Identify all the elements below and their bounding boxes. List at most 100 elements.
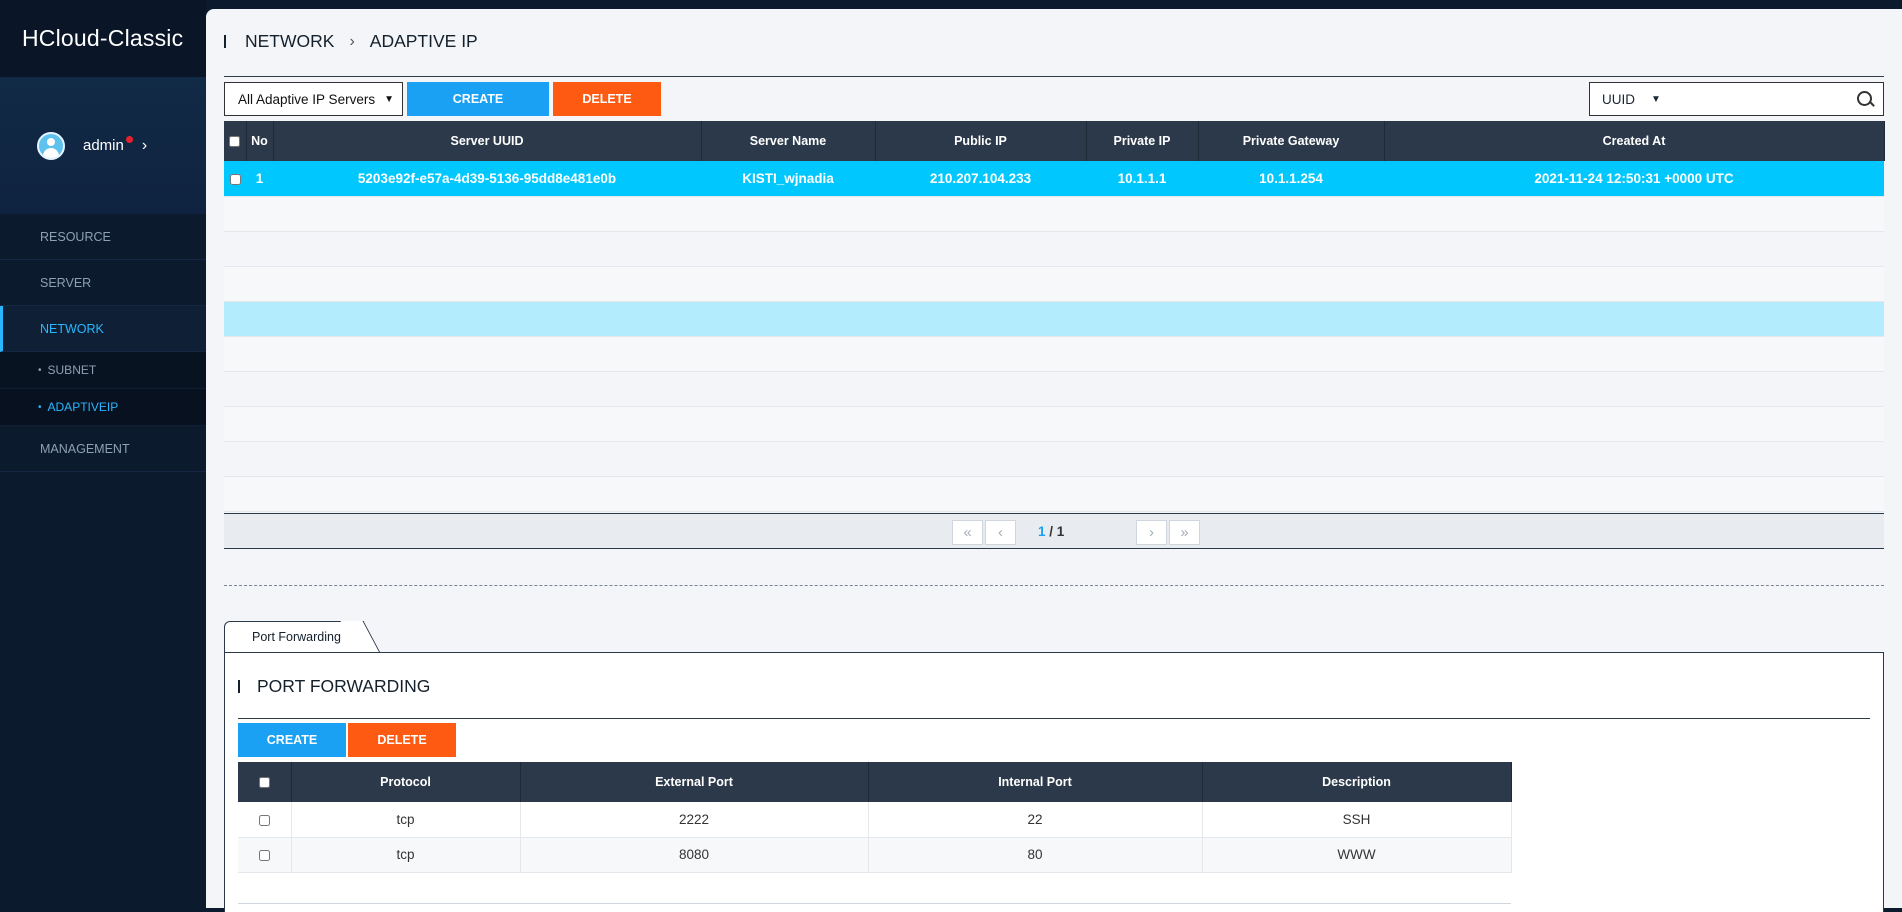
- sidebar-item-management[interactable]: MANAGEMENT: [0, 426, 206, 472]
- table-cell: 2021-11-24 12:50:31 +0000 UTC: [1384, 161, 1884, 197]
- row-checkbox[interactable]: [229, 173, 241, 185]
- chevron-down-icon: ▼: [384, 93, 394, 105]
- search-input[interactable]: [1670, 83, 1852, 115]
- row-select-cell: [238, 837, 292, 873]
- pagination: « ‹ 1 / 1 › »: [224, 513, 1884, 549]
- row-checkbox[interactable]: [258, 814, 270, 826]
- sidebar-item-resource[interactable]: RESOURCE: [0, 214, 206, 260]
- avatar-icon: [37, 131, 65, 160]
- divider: [224, 76, 1884, 77]
- search-icon[interactable]: [1851, 85, 1875, 113]
- table-header: Protocol External Port Internal Port Des…: [238, 762, 1512, 802]
- table-cell: 8080: [520, 837, 869, 873]
- section-divider: [224, 585, 1884, 586]
- table-cell: 10.1.1.254: [1198, 161, 1384, 197]
- main-content: NETWORK › ADAPTIVE IP All Adaptive IP Se…: [206, 9, 1902, 912]
- table-cell: 10.1.1.1: [1086, 161, 1198, 197]
- column-header[interactable]: Public IP: [875, 121, 1087, 161]
- adaptive-ip-table: No Server UUID Server Name Public IP Pri…: [224, 121, 1885, 512]
- tab-port-forwarding[interactable]: Port Forwarding: [224, 621, 364, 652]
- empty-row: [224, 266, 1884, 302]
- chevron-right-icon: ›: [349, 32, 355, 50]
- sidebar-item-network[interactable]: NETWORK: [0, 306, 206, 352]
- next-page-icon[interactable]: ›: [1136, 520, 1167, 545]
- last-page-icon[interactable]: »: [1169, 520, 1200, 545]
- toolbar: All Adaptive IP Servers ▼ CREATE DELETE: [224, 82, 661, 116]
- chevron-right-icon[interactable]: ›: [142, 137, 147, 155]
- row-select-cell: [238, 802, 292, 838]
- title-bar-marker: [224, 35, 226, 48]
- prev-page-icon[interactable]: ‹: [985, 520, 1016, 545]
- column-header[interactable]: Server UUID: [273, 121, 702, 161]
- pf-delete-button[interactable]: DELETE: [348, 723, 456, 757]
- row-select-cell: [224, 161, 246, 197]
- column-header[interactable]: Created At: [1384, 121, 1885, 161]
- column-header[interactable]: Description: [1202, 762, 1512, 802]
- section-title: PORT FORWARDING: [238, 676, 430, 697]
- bullet-icon: •: [38, 364, 42, 376]
- table-header: No Server UUID Server Name Public IP Pri…: [224, 121, 1885, 161]
- row-checkbox[interactable]: [258, 849, 270, 861]
- divider: [238, 718, 1870, 719]
- column-header[interactable]: External Port: [520, 762, 869, 802]
- table-cell: tcp: [291, 802, 521, 838]
- user-name: admin: [83, 136, 133, 154]
- delete-button[interactable]: DELETE: [553, 82, 661, 116]
- table-cell: 2222: [520, 802, 869, 838]
- table-cell: 1: [246, 161, 273, 197]
- server-filter-select[interactable]: All Adaptive IP Servers ▼: [224, 82, 403, 116]
- empty-row: [224, 476, 1884, 512]
- breadcrumb-page: ADAPTIVE IP: [369, 31, 478, 51]
- empty-row: [224, 441, 1884, 477]
- sidebar-subitem-subnet[interactable]: • SUBNET: [0, 352, 206, 389]
- column-header[interactable]: Internal Port: [868, 762, 1203, 802]
- table-cell: 210.207.104.233: [875, 161, 1086, 197]
- notification-dot-icon: [125, 136, 133, 143]
- sidebar-item-server[interactable]: SERVER: [0, 260, 206, 306]
- first-page-icon[interactable]: «: [952, 520, 983, 545]
- search-field-select[interactable]: UUID ▼: [1590, 92, 1670, 107]
- table-cell: 5203e92f-e57a-4d39-5136-95dd8e481e0b: [273, 161, 701, 197]
- search-box: UUID ▼: [1589, 82, 1884, 116]
- divider: [238, 903, 1511, 904]
- sidebar-subitem-adaptiveip[interactable]: • ADAPTIVEIP: [0, 389, 206, 426]
- column-header[interactable]: Private IP: [1086, 121, 1199, 161]
- table-cell: 22: [868, 802, 1203, 838]
- column-header[interactable]: Server Name: [701, 121, 876, 161]
- empty-row: [224, 231, 1884, 267]
- table-cell: tcp: [291, 837, 521, 873]
- breadcrumb: NETWORK › ADAPTIVE IP: [224, 31, 478, 52]
- empty-row: [224, 196, 1884, 232]
- select-all-cell: [224, 121, 247, 161]
- select-all-cell: [238, 762, 292, 802]
- port-forwarding-panel: PORT FORWARDING CREATE DELETE Protocol E…: [224, 652, 1884, 912]
- title-bar-marker: [238, 680, 240, 693]
- sidebar: HCloud-Classic admin › RESOURCE SERVER N…: [0, 0, 206, 908]
- breadcrumb-section: NETWORK: [245, 31, 335, 51]
- table-row[interactable]: tcp 2222 22 SSH: [238, 802, 1512, 838]
- brand-logo: HCloud-Classic: [0, 0, 206, 77]
- table-cell: 80: [868, 837, 1203, 873]
- chevron-down-icon: ▼: [1651, 93, 1661, 105]
- empty-row: [224, 336, 1884, 372]
- table-cell: SSH: [1202, 802, 1512, 838]
- table-cell: KISTI_wjnadia: [701, 161, 875, 197]
- sidebar-nav: RESOURCE SERVER NETWORK • SUBNET • ADAPTIV…: [0, 214, 206, 472]
- port-forwarding-toolbar: CREATE DELETE: [238, 723, 456, 757]
- table-cell: WWW: [1202, 837, 1512, 873]
- select-all-checkbox[interactable]: [229, 136, 241, 148]
- port-forwarding-table: Protocol External Port Internal Port Des…: [238, 762, 1512, 873]
- empty-row: [224, 406, 1884, 442]
- page-indicator: 1 / 1: [1038, 524, 1065, 539]
- table-row[interactable]: tcp 8080 80 WWW: [238, 837, 1512, 873]
- pf-create-button[interactable]: CREATE: [238, 723, 346, 757]
- column-header[interactable]: Private Gateway: [1198, 121, 1385, 161]
- empty-row: [224, 301, 1884, 337]
- user-panel[interactable]: admin ›: [0, 77, 206, 214]
- column-header[interactable]: Protocol: [291, 762, 521, 802]
- column-header[interactable]: No: [246, 121, 274, 161]
- table-row[interactable]: 1 5203e92f-e57a-4d39-5136-95dd8e481e0b K…: [224, 161, 1884, 197]
- empty-row: [224, 371, 1884, 407]
- create-button[interactable]: CREATE: [407, 82, 549, 116]
- select-all-checkbox[interactable]: [258, 777, 270, 789]
